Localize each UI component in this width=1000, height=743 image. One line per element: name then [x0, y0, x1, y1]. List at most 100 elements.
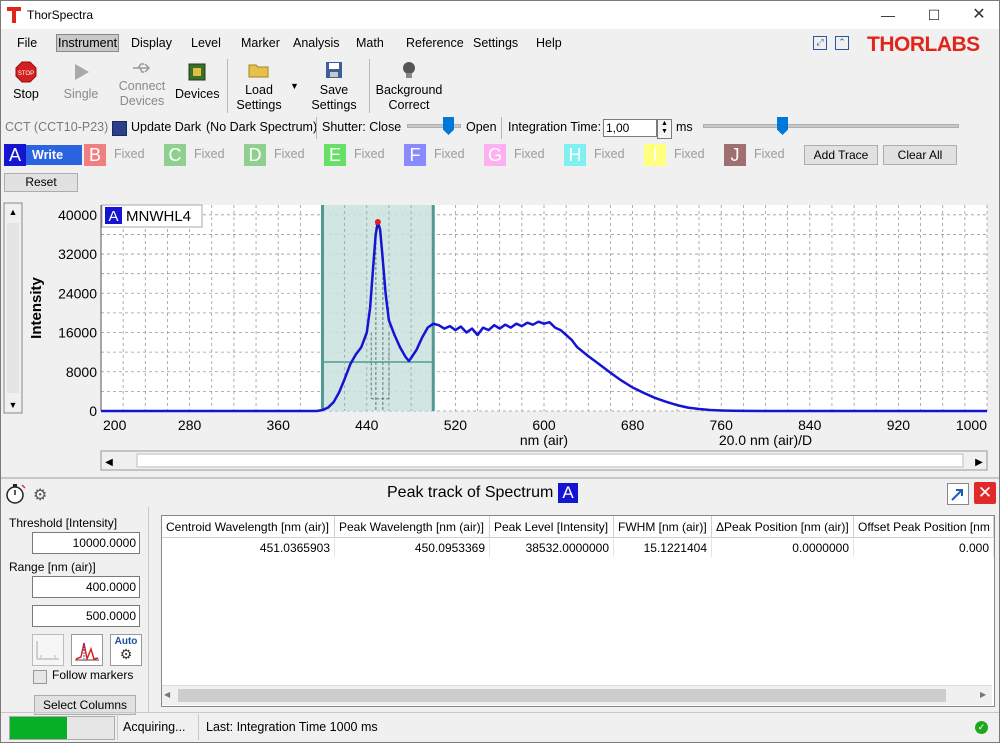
vertical-scroll-thumb[interactable] — [7, 223, 19, 393]
range-max-input[interactable]: 500.0000 — [32, 605, 140, 627]
trace-h-state[interactable]: Fixed — [594, 147, 625, 161]
table-cell[interactable]: 38532.0000000 — [490, 539, 614, 557]
spectrum-chart[interactable]: A MNWHL4 40000 32000 24000 16000 8000 0 200 280 36… — [1, 197, 999, 477]
scroll-left-icon[interactable]: ◀ — [164, 690, 170, 699]
panel-splitter[interactable] — [1, 477, 999, 479]
menu-analysis[interactable]: Analysis — [291, 34, 342, 52]
scroll-left-icon[interactable]: ◀ — [105, 457, 113, 468]
column-header[interactable]: Peak Level [Intensity] — [490, 516, 614, 538]
integration-slider-thumb[interactable] — [777, 117, 788, 135]
table-cell[interactable]: 15.1221404 — [614, 539, 712, 557]
collapse-up-icon[interactable]: ⌃ — [835, 36, 849, 50]
trace-c-state[interactable]: Fixed — [194, 147, 225, 161]
menu-math[interactable]: Math — [354, 34, 386, 52]
trace-i-state[interactable]: Fixed — [674, 147, 705, 161]
x-tick-label: 920 — [887, 417, 911, 433]
menu-help[interactable]: Help — [534, 34, 564, 52]
table-cell[interactable]: 0.0000000 — [712, 539, 854, 557]
trace-b-button[interactable]: B — [84, 144, 106, 166]
follow-markers-checkbox[interactable] — [33, 670, 47, 684]
trace-c-button[interactable]: C — [164, 144, 186, 166]
stop-button[interactable]: STOP Stop — [9, 61, 43, 102]
column-header[interactable]: Centroid Wavelength [nm (air)] — [162, 516, 335, 538]
trace-h-button[interactable]: H — [564, 144, 586, 166]
menu-reference[interactable]: Reference — [404, 34, 466, 52]
column-header[interactable]: FWHM [nm (air)] — [614, 516, 712, 538]
table-cell[interactable]: 0.000 — [854, 539, 994, 557]
clear-all-button[interactable]: Clear All — [883, 145, 957, 165]
column-header[interactable]: ΔPeak Position [nm (air)] — [712, 516, 854, 538]
panel-close-icon[interactable]: ✕ — [974, 482, 996, 504]
table-cell[interactable]: 451.0365903 — [162, 539, 335, 557]
save-label-2: Settings — [311, 98, 357, 112]
trace-i-button[interactable]: I — [644, 144, 666, 166]
scroll-down-icon[interactable]: ▼ — [9, 400, 18, 410]
trace-f-button[interactable]: F — [404, 144, 426, 166]
integration-time-input[interactable] — [603, 119, 657, 137]
trace-e-button[interactable]: E — [324, 144, 346, 166]
update-dark-icon[interactable] — [112, 121, 127, 136]
trace-e-state[interactable]: Fixed — [354, 147, 385, 161]
folder-icon — [248, 64, 269, 78]
trace-g-state[interactable]: Fixed — [514, 147, 545, 161]
trace-g-button[interactable]: G — [484, 144, 506, 166]
menu-instrument[interactable]: Instrument — [56, 34, 120, 52]
load-dropdown-icon[interactable]: ▼ — [290, 81, 299, 91]
peak-marker-icon[interactable] — [32, 634, 64, 666]
shutter-open-label: Open — [466, 120, 497, 134]
column-header[interactable]: Offset Peak Position [nm — [854, 516, 994, 538]
table-scroll-thumb[interactable] — [178, 689, 946, 702]
scroll-up-icon[interactable]: ▲ — [9, 207, 18, 217]
table-cell[interactable]: 450.0953369 — [335, 539, 490, 557]
background-correct-button[interactable]: Background Correct — [374, 61, 444, 113]
minimize-icon[interactable]: — — [865, 1, 911, 29]
close-icon[interactable]: ✕ — [956, 1, 999, 29]
update-dark-button[interactable]: Update Dark — [131, 120, 201, 140]
menu-marker[interactable]: Marker — [239, 34, 282, 52]
scroll-right-icon[interactable]: ▶ — [980, 690, 986, 699]
menu-level[interactable]: Level — [189, 34, 223, 52]
connect-devices-button[interactable]: Connect Devices — [117, 61, 167, 109]
stopwatch-icon[interactable] — [5, 482, 27, 507]
maximize-icon[interactable]: ☐ — [911, 1, 957, 29]
reset-button[interactable]: Reset — [4, 173, 78, 192]
devices-button[interactable]: Devices — [175, 61, 219, 102]
roi-region[interactable] — [322, 205, 434, 411]
menu-display[interactable]: Display — [129, 34, 174, 52]
trace-d-button[interactable]: D — [244, 144, 266, 166]
device-board-icon — [188, 63, 206, 81]
trace-j-state[interactable]: Fixed — [754, 147, 785, 161]
menu-settings[interactable]: Settings — [471, 34, 520, 52]
shutter-slider-thumb[interactable] — [443, 117, 454, 135]
integration-spinner[interactable]: ▲ ▼ — [657, 119, 672, 139]
trace-b-state[interactable]: Fixed — [114, 147, 145, 161]
trace-a-state[interactable]: Write — [26, 145, 82, 165]
trace-j-button[interactable]: J — [724, 144, 746, 166]
toolbar-separator — [369, 59, 370, 113]
panel-undock-icon[interactable] — [947, 483, 969, 505]
peak-marker-point[interactable] — [374, 219, 381, 226]
single-button[interactable]: Single — [61, 61, 101, 102]
add-trace-button[interactable]: Add Trace — [804, 145, 878, 165]
column-header[interactable]: Peak Wavelength [nm (air)] — [335, 516, 490, 538]
horizontal-scroll-thumb[interactable] — [136, 453, 964, 468]
scroll-right-icon[interactable]: ▶ — [975, 457, 983, 468]
peak-panel-title: Peak track of Spectrum — [387, 484, 554, 501]
peak-search-icon[interactable] — [71, 634, 103, 666]
trace-a-button[interactable]: A — [4, 144, 26, 166]
trace-f-state[interactable]: Fixed — [434, 147, 465, 161]
auto-range-button[interactable]: Auto ⚙ — [110, 634, 142, 666]
threshold-input[interactable]: 10000.0000 — [32, 532, 140, 554]
range-min-input[interactable]: 400.0000 — [32, 576, 140, 598]
load-settings-button[interactable]: Load Settings — [234, 61, 284, 113]
single-label: Single — [63, 87, 99, 101]
gears-icon[interactable]: ⚙ — [33, 485, 47, 505]
save-settings-button[interactable]: Save Settings — [309, 61, 359, 113]
restore-layout-icon[interactable]: ⤢ — [813, 36, 827, 50]
trace-d-state[interactable]: Fixed — [274, 147, 305, 161]
integration-slider-track[interactable] — [703, 124, 959, 128]
menu-file[interactable]: File — [15, 34, 39, 52]
dark-spectrum-status: (No Dark Spectrum) — [206, 120, 318, 134]
x-tick-label: 520 — [444, 417, 468, 433]
table-horizontal-scrollbar[interactable]: ◀ ▶ — [162, 685, 992, 705]
